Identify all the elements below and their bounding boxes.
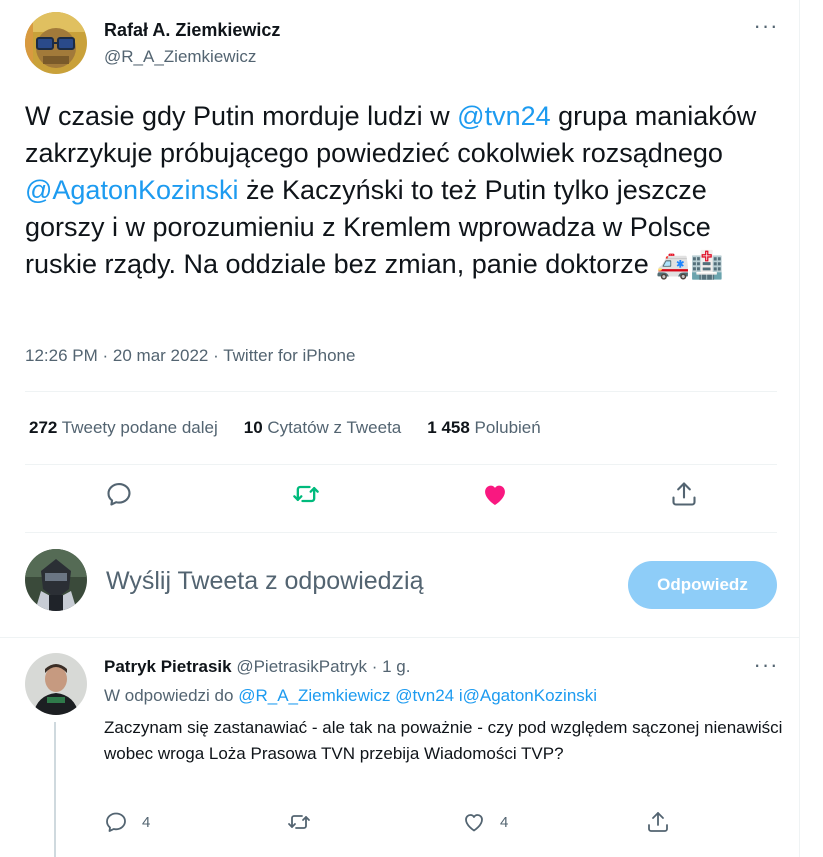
likes-label: Polubień — [474, 418, 541, 437]
mention-link[interactable]: @tvn24 — [457, 101, 550, 131]
in-reply-to: W odpowiedzi do @R_A_Ziemkiewicz @tvn24 … — [104, 686, 597, 706]
tweet-stats: 272 Tweety podane dalej 10 Cytatów z Twe… — [29, 418, 567, 438]
current-user-avatar[interactable] — [25, 549, 87, 611]
reply-count: 4 — [142, 813, 151, 831]
likes-count: 1 458 — [427, 418, 470, 437]
tweet-column: Rafał A. Ziemkiewicz @R_A_Ziemkiewicz ··… — [0, 0, 800, 857]
heart-icon[interactable] — [481, 480, 509, 508]
mention-link[interactable]: @AgatonKozinski — [25, 175, 239, 205]
thread-line — [54, 722, 56, 857]
reply-icon[interactable] — [105, 480, 133, 508]
reply-icon — [106, 812, 126, 832]
share-icon[interactable] — [670, 480, 698, 508]
heart-icon — [465, 814, 483, 832]
reply-share-action[interactable] — [646, 810, 684, 834]
tweet-source[interactable]: Twitter for iPhone — [223, 346, 355, 365]
meta-separator: · — [213, 346, 219, 365]
more-icon[interactable]: ··· — [752, 654, 780, 683]
divider — [25, 391, 777, 392]
quotes-stat[interactable]: 10 Cytatów z Tweeta — [244, 418, 402, 438]
author-name[interactable]: Rafał A. Ziemkiewicz — [104, 20, 280, 41]
author-avatar[interactable] — [25, 12, 87, 74]
reply-header: Patryk Pietrasik @PietrasikPatryk · 1 g. — [104, 657, 410, 677]
reply-author-avatar[interactable] — [25, 653, 87, 715]
tweet-text: W czasie gdy Putin morduje ludzi w @tvn2… — [25, 98, 765, 284]
retweet-icon — [288, 815, 310, 829]
reply-button[interactable]: Odpowiedz — [628, 561, 777, 609]
reply-text: Zaczynam się zastanawiać - ale tak na po… — [104, 718, 783, 763]
reply-like-action[interactable]: 4 — [462, 810, 508, 834]
like-count: 4 — [500, 813, 509, 831]
likes-stat[interactable]: 1 458 Polubień — [427, 418, 540, 438]
reply-author-name[interactable]: Patryk Pietrasik — [104, 657, 232, 676]
reply-author-handle[interactable]: @PietrasikPatryk — [236, 657, 367, 676]
tweet-text-part: W czasie gdy Putin morduje ludzi w — [25, 101, 458, 131]
retweets-count: 272 — [29, 418, 58, 437]
author-handle[interactable]: @R_A_Ziemkiewicz — [104, 47, 256, 67]
meta-separator: · — [102, 346, 109, 365]
in-reply-prefix: W odpowiedzi do — [104, 686, 234, 705]
reply-separator: · — [371, 657, 378, 676]
reply-input[interactable]: Wyślij Tweeta z odpowiedzią — [106, 567, 424, 596]
retweets-stat[interactable]: 272 Tweety podane dalej — [29, 418, 218, 438]
ambulance-emoji: 🚑 — [656, 250, 690, 281]
more-icon[interactable]: ··· — [752, 15, 780, 44]
reply-age[interactable]: 1 g. — [382, 657, 410, 676]
in-reply-handles[interactable]: @R_A_Ziemkiewicz @tvn24 i@AgatonKozinski — [238, 686, 597, 705]
tweet-meta: 12:26 PM · 20 mar 2022 · Twitter for iPh… — [25, 346, 355, 366]
tweet-date[interactable]: 20 mar 2022 — [113, 346, 208, 365]
reply-retweet-action[interactable] — [287, 810, 325, 834]
share-icon — [648, 812, 668, 832]
divider — [25, 464, 777, 465]
divider — [25, 532, 777, 533]
divider — [0, 637, 800, 638]
quotes-count: 10 — [243, 418, 263, 437]
retweets-label: Tweety podane dalej — [61, 418, 218, 437]
hospital-emoji: 🏥 — [689, 250, 724, 281]
reply-reply-action[interactable]: 4 — [104, 810, 150, 834]
quotes-label: Cytatów z Tweeta — [267, 418, 402, 437]
retweet-icon[interactable] — [292, 480, 320, 508]
tweet-time[interactable]: 12:26 PM — [25, 346, 98, 365]
